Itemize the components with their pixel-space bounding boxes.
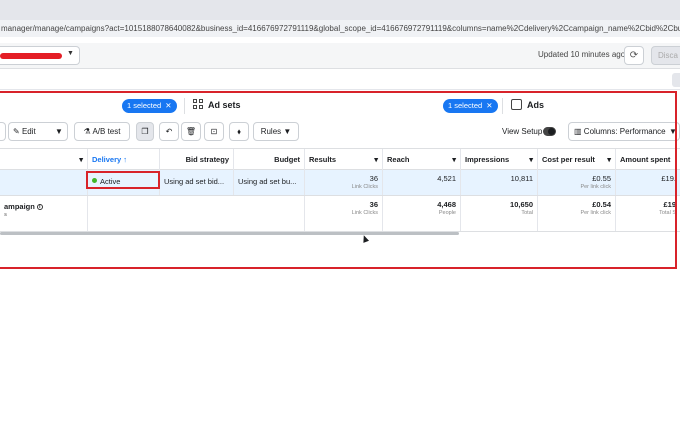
updated-status: Updated 10 minutes ago (538, 50, 626, 59)
refresh-icon: ⟳ (629, 50, 639, 61)
account-header: ▼ Updated 10 minutes ago ⟳ Disca (0, 43, 680, 69)
ads-manager-window: manager/manage/campaigns?act=10151880786… (0, 0, 680, 425)
redacted-account-name (0, 53, 62, 59)
address-bar[interactable]: manager/manage/campaigns?act=10151880786… (0, 20, 680, 37)
sub-bar-button[interactable] (672, 73, 680, 87)
chevron-down-icon: ▼ (67, 50, 74, 57)
refresh-button[interactable]: ⟳ (624, 46, 644, 65)
highlight-frame (0, 91, 677, 269)
discard-button[interactable]: Disca (651, 46, 680, 65)
account-selector[interactable]: ▼ (0, 46, 80, 65)
browser-tab-strip (0, 0, 680, 20)
sub-bar (0, 70, 680, 90)
